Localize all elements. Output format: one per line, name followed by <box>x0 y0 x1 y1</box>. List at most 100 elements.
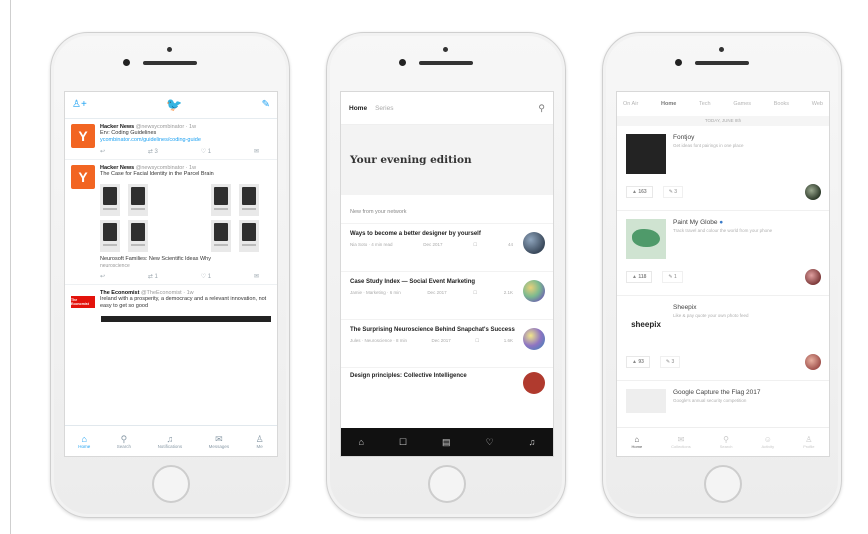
dm-icon[interactable]: ✉ <box>254 273 259 280</box>
tab-tech[interactable]: Tech <box>699 101 711 107</box>
maker-avatar[interactable] <box>805 184 821 200</box>
bookmarks-icon[interactable]: ☐ <box>399 437 407 448</box>
tab-home[interactable]: Home <box>349 105 367 112</box>
tab-messages[interactable]: ✉ Messages <box>209 434 230 449</box>
section-title: New from your network <box>350 209 407 215</box>
article-item[interactable]: Ways to become a better designer by your… <box>341 223 553 271</box>
article-thumbnail[interactable] <box>523 328 545 350</box>
tab-web[interactable]: Web <box>812 101 823 107</box>
tab-games[interactable]: Games <box>733 101 751 107</box>
dm-icon[interactable]: ✉ <box>254 148 259 155</box>
home-icon[interactable]: ⌂ <box>359 437 364 447</box>
product-item[interactable]: sheepix Sheepix Like & pay quote your ow… <box>617 296 829 381</box>
media-thumbnail[interactable] <box>100 220 120 252</box>
tab-home[interactable]: ⌂ Home <box>78 434 90 449</box>
product-item[interactable]: Google Capture the Flag 2017 Google's an… <box>617 381 829 421</box>
tab-notifications[interactable]: ♫ Notifications <box>158 434 183 449</box>
product-text: Paint My Globe ● Track travel and colour… <box>673 219 772 259</box>
article-item[interactable]: Design principles: Collective Intelligen… <box>341 367 553 394</box>
media-thumbnail[interactable] <box>128 220 148 252</box>
upvote-button[interactable]: ▲ 93 <box>626 356 650 368</box>
reply-icon[interactable]: ↩ <box>100 273 105 280</box>
tab-me[interactable]: ♙ Me <box>256 434 264 449</box>
tab-home[interactable]: Home <box>661 101 676 107</box>
like-icon[interactable]: ♡ 1 <box>201 273 211 280</box>
product-item[interactable]: Paint My Globe ● Track travel and colour… <box>617 211 829 296</box>
article-item[interactable]: The Surprising Neuroscience Behind Snapc… <box>341 319 553 367</box>
comments-button[interactable]: ✎ 1 <box>662 271 683 283</box>
tab-activity[interactable]: ☺ Activity <box>761 435 774 449</box>
add-user-icon[interactable]: ♙+ <box>72 100 87 110</box>
activity-icon[interactable]: ♡ <box>486 437 494 448</box>
media-thumbnail[interactable] <box>239 220 259 252</box>
tweet[interactable]: The Economist The Economist @TheEconomis… <box>65 285 277 314</box>
tweet-media-grid[interactable] <box>100 184 271 252</box>
product-name[interactable]: Fontjoy <box>673 134 744 141</box>
media-thumbnail[interactable] <box>128 184 148 216</box>
tab-search[interactable]: ⚲ Search <box>720 435 733 449</box>
tweet[interactable]: Y Hacker News @newsycombinator · 1w The … <box>65 160 277 285</box>
date-label: TODAY, JUNE 8th <box>617 116 829 126</box>
tab-search[interactable]: ⚲ Search <box>117 434 131 449</box>
product-thumbnail[interactable] <box>626 134 666 174</box>
like-icon[interactable]: ♡ 1 <box>201 148 211 155</box>
series-icon[interactable]: ▤ <box>442 437 451 448</box>
tweet-link[interactable]: ycombinator.com/guidelines/coding-guide <box>100 137 271 144</box>
article-thumbnail[interactable] <box>523 372 545 394</box>
media-thumbnail[interactable] <box>100 184 120 216</box>
comments-button[interactable]: ✎ 3 <box>662 186 684 198</box>
article-title[interactable]: Ways to become a better designer by your… <box>350 230 517 238</box>
bookmark-icon[interactable]: ☐ <box>473 242 477 248</box>
product-item[interactable]: Fontjoy Get ideas font pairings in one p… <box>617 126 829 211</box>
reply-icon[interactable]: ↩ <box>100 148 105 155</box>
maker-avatar[interactable] <box>805 354 821 370</box>
bookmark-icon[interactable]: ☐ <box>475 338 479 344</box>
article-thumbnail[interactable] <box>523 232 545 254</box>
product-name[interactable]: Sheepix <box>673 304 749 311</box>
compose-tweet-icon[interactable]: ✎ <box>262 100 270 110</box>
front-camera <box>443 47 448 52</box>
tab-series[interactable]: Series <box>375 105 393 112</box>
retweet-icon[interactable]: ⇄ 3 <box>148 148 158 155</box>
notifications-icon[interactable]: ♫ <box>529 437 536 447</box>
article-title[interactable]: Case Study Index — Social Event Marketin… <box>350 278 517 286</box>
home-button[interactable] <box>704 465 742 503</box>
tweet-image-preview[interactable] <box>101 316 271 322</box>
media-thumbnail[interactable] <box>239 184 259 216</box>
media-thumbnail[interactable] <box>211 184 231 216</box>
tweet[interactable]: Y Hacker News @newsycombinator · 1w Erv:… <box>65 119 277 160</box>
product-name[interactable]: Paint My Globe ● <box>673 219 772 226</box>
avatar[interactable]: Y <box>71 165 95 189</box>
comments-button[interactable]: ✎ 3 <box>659 356 681 368</box>
edition-banner[interactable]: Your evening edition <box>341 125 553 195</box>
media-thumbnail[interactable] <box>211 220 231 252</box>
tab-books[interactable]: Books <box>774 101 789 107</box>
article-title[interactable]: Design principles: Collective Intelligen… <box>350 372 517 380</box>
home-button[interactable] <box>428 465 466 503</box>
medium-screen: Home Series ⚲ Your evening edition New f… <box>340 91 554 457</box>
upvote-button[interactable]: ▲ 118 <box>626 271 653 283</box>
economist-logo[interactable]: The Economist <box>71 296 95 308</box>
product-logo[interactable]: sheepix <box>626 304 666 344</box>
article-thumbnail[interactable] <box>523 280 545 302</box>
product-thumbnail[interactable] <box>626 389 666 413</box>
home-icon: ⌂ <box>634 435 640 444</box>
product-name[interactable]: Google Capture the Flag 2017 <box>673 389 760 396</box>
avatar[interactable]: Y <box>71 124 95 148</box>
twitter-bird-icon: 🐦 <box>166 97 183 112</box>
tab-profile[interactable]: ♙ Profile <box>803 435 814 449</box>
home-button[interactable] <box>152 465 190 503</box>
article-title[interactable]: The Surprising Neuroscience Behind Snapc… <box>350 326 517 334</box>
tab-collections[interactable]: ✉ Collections <box>671 435 691 449</box>
article-item[interactable]: Case Study Index — Social Event Marketin… <box>341 271 553 319</box>
upvote-button[interactable]: ▲ 163 <box>626 186 653 198</box>
article-author: Nia Soto · 4 min read <box>350 242 393 247</box>
search-icon[interactable]: ⚲ <box>538 103 545 114</box>
product-thumbnail[interactable] <box>626 219 666 259</box>
bookmark-icon[interactable]: ☐ <box>473 290 477 296</box>
tab-on-air[interactable]: On Air <box>623 101 638 107</box>
maker-avatar[interactable] <box>805 269 821 285</box>
retweet-icon[interactable]: ⇄ 1 <box>148 273 158 280</box>
tab-home[interactable]: ⌂ Home <box>632 435 643 449</box>
twitter-header: ♙+ 🐦 ✎ <box>65 92 277 119</box>
